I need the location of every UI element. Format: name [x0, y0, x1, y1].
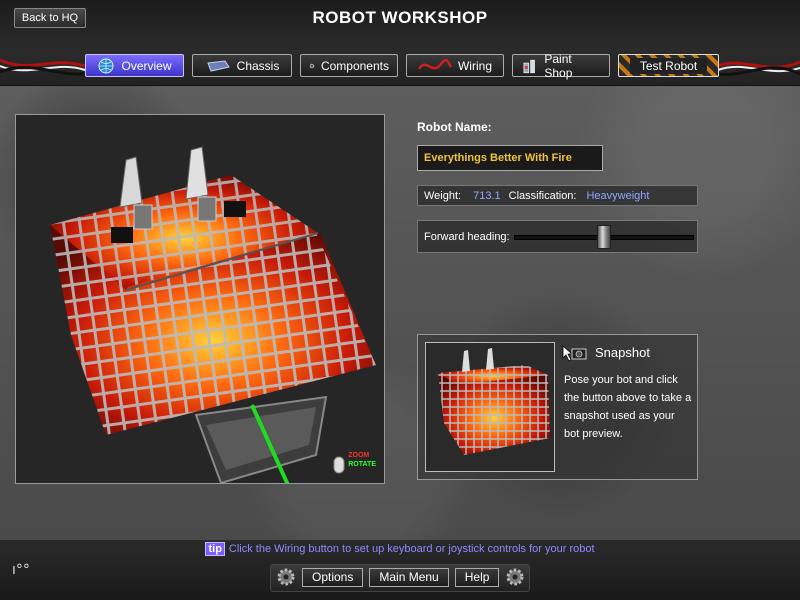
weight-label: Weight: — [424, 189, 462, 202]
globe-icon — [98, 58, 114, 73]
tab-test-robot-label: Test Robot — [629, 57, 708, 74]
help-button[interactable]: Help — [454, 567, 500, 587]
tab-wiring[interactable]: Wiring — [406, 54, 504, 77]
tip-text: Click the Wiring button to set up keyboa… — [228, 543, 595, 555]
robot-name-label: Robot Name: — [417, 120, 492, 134]
classification-value: Heavyweight — [586, 189, 650, 202]
main-menu-button[interactable]: Main Menu — [369, 567, 449, 587]
tab-chassis[interactable]: Chassis — [192, 54, 292, 77]
viewport-control-legend: ZOOM ROTATE — [348, 451, 376, 469]
tip-line: tip Click the Wiring button to set up key… — [0, 540, 800, 558]
paint-can-icon — [523, 59, 535, 73]
tab-components-label: Components — [320, 58, 389, 73]
tab-wiring-label: Wiring — [457, 58, 492, 73]
snapshot-description: Pose your bot and click the button above… — [564, 374, 692, 440]
tip-badge: tip — [205, 542, 225, 556]
footer-bar: tip Click the Wiring button to set up key… — [0, 540, 800, 600]
classification-label: Classification: — [508, 189, 577, 202]
snapshot-panel: Snapshot Pose your bot and click the but… — [417, 334, 698, 480]
zoom-legend: ZOOM — [348, 452, 370, 459]
options-button[interactable]: Options — [302, 567, 364, 587]
forward-heading-panel: Forward heading: — [417, 220, 698, 253]
workshop-tabs: Overview Chassis Components Wiring Paint… — [85, 51, 719, 80]
gear-icon — [506, 568, 524, 586]
wire-icon — [417, 58, 452, 70]
gear-icon — [277, 568, 295, 586]
robot-name-field[interactable]: Everythings Better With Fire — [417, 145, 603, 171]
tab-overview-label: Overview — [121, 58, 172, 73]
robot-3d-viewport[interactable]: ZOOM ROTATE — [15, 114, 385, 484]
tab-components[interactable]: Components — [300, 54, 398, 77]
footer-buttons: Options Main Menu Help — [276, 565, 525, 589]
forward-heading-slider-thumb[interactable] — [597, 225, 611, 249]
tab-chassis-label: Chassis — [236, 58, 280, 73]
weight-value: 713.1 — [473, 189, 501, 202]
tab-paint-shop-label: Paint Shop — [544, 51, 573, 80]
rotate-legend: ROTATE — [348, 461, 376, 468]
forward-heading-label: Forward heading: — [424, 230, 510, 243]
mouse-icon — [333, 456, 345, 474]
camera-icon[interactable] — [561, 344, 587, 362]
brand-logo: ı°° — [12, 562, 30, 578]
tab-overview[interactable]: Overview — [85, 54, 184, 77]
tab-paint-shop[interactable]: Paint Shop — [512, 51, 610, 80]
snapshot-preview-image — [425, 342, 555, 472]
tab-test-robot[interactable]: Test Robot — [618, 54, 719, 77]
page-title: ROBOT WORKSHOP — [312, 8, 488, 27]
robot-model — [50, 146, 376, 483]
chassis-icon — [206, 59, 230, 72]
header-bar: Back to HQ ROBOT WORKSHOP Overview Chass… — [0, 0, 800, 86]
snapshot-title: Snapshot — [595, 345, 650, 360]
gear-icon — [309, 63, 315, 68]
robot-stats-bar: Weight: 713.1 Classification: Heavyweigh… — [417, 185, 698, 206]
